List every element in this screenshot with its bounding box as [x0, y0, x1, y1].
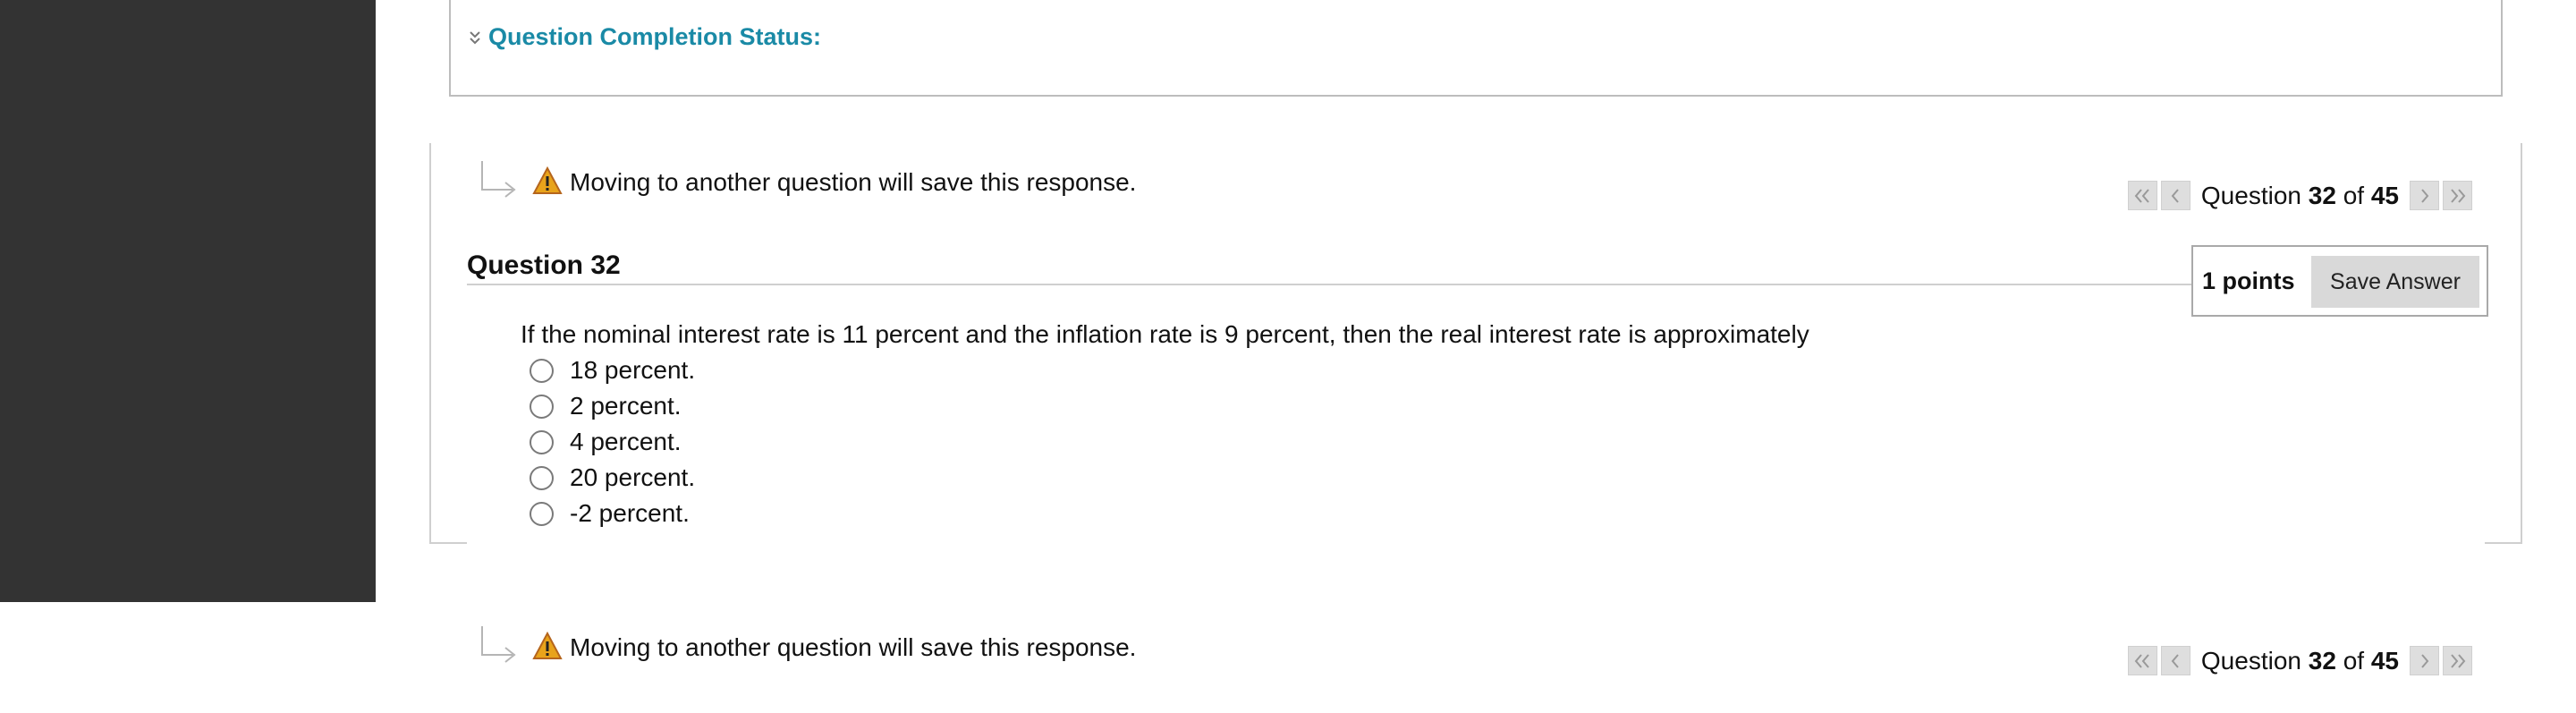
left-sidebar	[0, 0, 376, 602]
next-question-button[interactable]	[2410, 646, 2439, 675]
save-notice-top: Moving to another question will save thi…	[479, 159, 1136, 206]
first-question-button[interactable]	[2127, 646, 2157, 675]
chevron-left-icon	[2172, 188, 2180, 203]
answer-option[interactable]: -2 percent.	[530, 496, 695, 531]
current-question-number: 32	[2308, 181, 2336, 209]
warning-icon	[532, 631, 563, 664]
save-notice-bottom: Moving to another question will save thi…	[479, 624, 1136, 671]
last-question-button[interactable]	[2443, 646, 2472, 675]
last-question-button[interactable]	[2443, 181, 2472, 210]
answer-option-label[interactable]: 18 percent.	[570, 356, 695, 385]
warning-icon	[532, 166, 563, 199]
radio-button[interactable]	[530, 394, 554, 419]
question-pager-bottom: Question 32 of 45	[2127, 646, 2472, 675]
question-divider	[467, 284, 2193, 285]
counter-word: Question	[2200, 646, 2301, 675]
completion-status-toggle[interactable]: Question Completion Status:	[469, 23, 821, 51]
save-notice-text: Moving to another question will save thi…	[570, 168, 1137, 196]
answer-option[interactable]: 20 percent.	[530, 460, 695, 496]
save-answer-button[interactable]: Save Answer	[2311, 256, 2479, 308]
chevron-left-icon	[2172, 653, 2180, 668]
question-text: If the nominal interest rate is 11 perce…	[521, 320, 1809, 348]
chevron-right-icon	[2420, 188, 2428, 203]
total-questions: 45	[2370, 646, 2399, 675]
answer-options: 18 percent. 2 percent. 4 percent. 20 per…	[530, 352, 695, 531]
next-question-button[interactable]	[2410, 181, 2439, 210]
radio-button[interactable]	[530, 501, 554, 526]
answer-option-label[interactable]: 2 percent.	[570, 392, 682, 420]
double-chevron-left-icon	[2135, 188, 2150, 203]
chevron-right-icon	[2420, 653, 2428, 668]
question-counter: Question 32 of 45	[2201, 647, 2399, 675]
return-arrow-icon	[479, 159, 523, 206]
previous-question-button[interactable]	[2160, 181, 2190, 210]
answer-option-label[interactable]: 4 percent.	[570, 428, 682, 456]
radio-button[interactable]	[530, 429, 554, 454]
radio-button[interactable]	[530, 465, 554, 490]
answer-option[interactable]: 2 percent.	[530, 388, 695, 424]
current-question-number: 32	[2308, 646, 2336, 675]
counter-word: Question	[2200, 181, 2301, 209]
counter-of: of	[2343, 181, 2365, 209]
completion-status-label: Question Completion Status:	[488, 23, 822, 50]
completion-status-panel: Question Completion Status:	[449, 0, 2503, 97]
question-frame-extension	[467, 537, 2485, 602]
return-arrow-icon	[479, 624, 523, 671]
double-chevron-down-icon	[469, 30, 481, 45]
radio-button[interactable]	[530, 358, 554, 383]
answer-option[interactable]: 18 percent.	[530, 352, 695, 388]
previous-question-button[interactable]	[2160, 646, 2190, 675]
question-counter: Question 32 of 45	[2201, 182, 2399, 210]
double-chevron-left-icon	[2135, 653, 2150, 668]
total-questions: 45	[2370, 181, 2399, 209]
question-pager-top: Question 32 of 45	[2127, 181, 2472, 210]
question-title: Question 32	[467, 250, 621, 280]
answer-option[interactable]: 4 percent.	[530, 424, 695, 460]
answer-option-label[interactable]: -2 percent.	[570, 499, 690, 528]
counter-of: of	[2343, 646, 2365, 675]
points-label: 1 points	[2202, 267, 2295, 294]
double-chevron-right-icon	[2450, 188, 2465, 203]
save-notice-text: Moving to another question will save thi…	[570, 633, 1137, 661]
first-question-button[interactable]	[2127, 181, 2157, 210]
answer-option-label[interactable]: 20 percent.	[570, 463, 695, 492]
double-chevron-right-icon	[2450, 653, 2465, 668]
points-box: 1 points Save Answer	[2191, 245, 2488, 317]
